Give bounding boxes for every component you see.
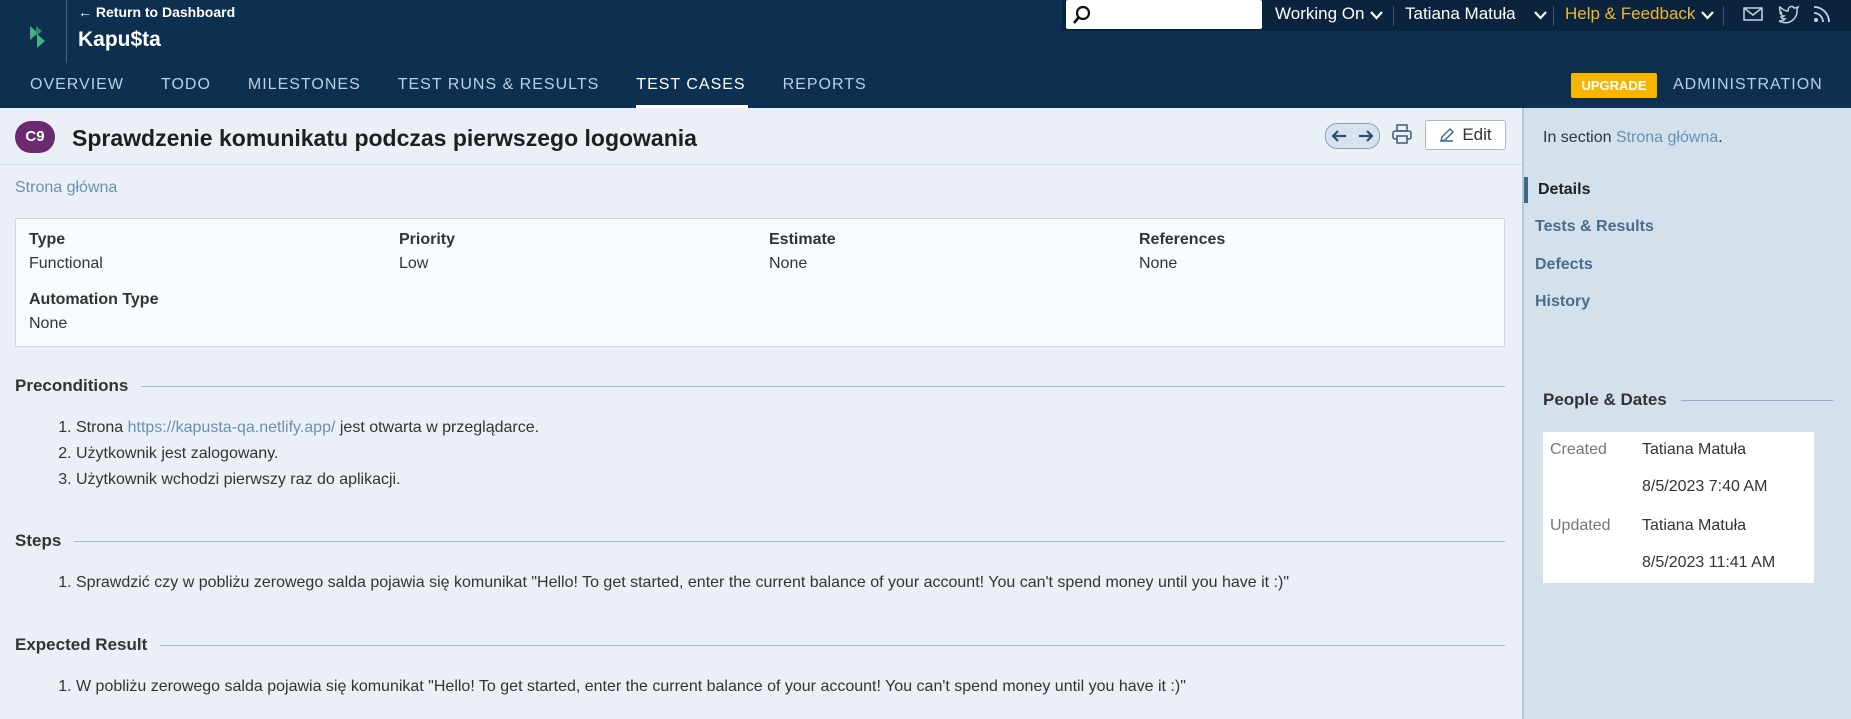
main-content: C9 Sprawdzenie komunikatu podczas pierws…: [0, 108, 1522, 719]
mail-icon[interactable]: [1743, 4, 1763, 24]
chevron-down-icon: [1701, 10, 1715, 20]
updated-date: 8/5/2023 11:41 AM: [1642, 554, 1776, 571]
field-value: Low: [399, 255, 429, 272]
in-section-suffix: .: [1718, 129, 1723, 146]
sidebar-item-defects[interactable]: Defects: [1524, 252, 1845, 278]
user-name: Tatiana Matuła: [1405, 4, 1516, 23]
preconditions-title: Preconditions: [15, 376, 129, 395]
tab-test-runs-results[interactable]: TEST RUNS & RESULTS: [398, 76, 600, 108]
list-item: Użytkownik wchodzi pierwszy raz do aplik…: [76, 467, 539, 493]
app-url-link[interactable]: https://kapusta-qa.netlify.app/: [128, 419, 336, 436]
heading-rule: [160, 644, 1505, 646]
steps-title: Steps: [15, 531, 62, 550]
steps-list: Sprawdzić czy w pobliżu zerowego salda p…: [57, 570, 1289, 596]
field-label: Type: [29, 231, 66, 248]
in-section-text: In section Strona główna.: [1543, 129, 1723, 147]
people-dates-title: People & Dates: [1543, 390, 1667, 409]
print-icon[interactable]: [1391, 123, 1413, 145]
search-input[interactable]: [1066, 0, 1262, 29]
field-value: Functional: [29, 255, 103, 272]
created-date: 8/5/2023 7:40 AM: [1642, 478, 1768, 495]
case-fields: Type Functional Priority Low Estimate No…: [15, 218, 1505, 347]
arrow-right-icon[interactable]: [1357, 129, 1375, 143]
administration-link[interactable]: ADMINISTRATION: [1673, 76, 1823, 94]
in-section-link[interactable]: Strona główna: [1616, 129, 1718, 146]
people-dates-box: Created Tatiana Matuła 8/5/2023 7:40 AM …: [1543, 432, 1814, 583]
expected-result-title: Expected Result: [15, 635, 148, 654]
page-title: Sprawdzenie komunikatu podczas pierwszeg…: [72, 125, 697, 151]
field-value: None: [1139, 255, 1178, 272]
field-value: None: [769, 255, 808, 272]
list-item: Użytkownik jest zalogowany.: [76, 441, 539, 467]
field-label: Priority: [399, 231, 456, 248]
edit-icon: [1440, 127, 1455, 143]
case-id-badge: C9: [15, 121, 55, 153]
chevron-down-icon: [1533, 10, 1547, 20]
heading-rule: [74, 540, 1505, 542]
tab-overview[interactable]: OVERVIEW: [30, 76, 124, 108]
search-icon: [1073, 5, 1091, 24]
heading-rule: [141, 385, 1505, 387]
menu-separator: [1723, 6, 1724, 26]
field-type: Type Functional: [29, 231, 103, 273]
created-label: Created: [1550, 441, 1607, 458]
main-nav: OVERVIEW TODO MILESTONES TEST RUNS & RES…: [0, 76, 904, 108]
project-name[interactable]: Kapu$ta: [78, 28, 161, 52]
sidebar-item-history[interactable]: History: [1524, 289, 1845, 315]
expected-result-heading: Expected Result: [15, 635, 1505, 655]
section-breadcrumb-link[interactable]: Strona główna: [15, 179, 117, 197]
sidebar-item-tests-results[interactable]: Tests & Results: [1524, 214, 1845, 240]
list-item: W pobliżu zerowego salda pojawia się kom…: [76, 674, 1186, 700]
app-header: ← Return to Dashboard Kapu$ta Working On…: [0, 0, 1851, 108]
menu-separator: [1393, 6, 1394, 26]
help-feedback-menu[interactable]: Help & Feedback: [1565, 4, 1715, 24]
rss-icon[interactable]: [1812, 4, 1832, 24]
tab-reports[interactable]: REPORTS: [783, 76, 867, 108]
preconditions-heading: Preconditions: [15, 376, 1505, 396]
updated-by: Tatiana Matuła: [1642, 517, 1747, 534]
field-value: None: [29, 315, 68, 332]
field-label: Estimate: [769, 231, 836, 248]
tab-todo[interactable]: TODO: [161, 76, 211, 108]
steps-heading: Steps: [15, 531, 1505, 551]
updated-label: Updated: [1550, 517, 1611, 534]
working-on-menu[interactable]: Working On: [1275, 4, 1384, 24]
help-feedback-label: Help & Feedback: [1565, 4, 1696, 23]
field-label: References: [1139, 231, 1226, 248]
arrow-left-icon[interactable]: [1330, 129, 1348, 143]
list-text: jest otwarta w przeglądarce.: [335, 419, 540, 436]
return-to-dashboard-link[interactable]: ← Return to Dashboard: [78, 4, 235, 20]
field-priority: Priority Low: [399, 231, 455, 273]
preconditions-list: Strona https://kapusta-qa.netlify.app/ j…: [57, 415, 539, 493]
working-on-label: Working On: [1275, 4, 1365, 23]
in-section-prefix: In section: [1543, 129, 1616, 146]
expected-result-list: W pobliżu zerowego salda pojawia się kom…: [57, 674, 1186, 700]
user-menu[interactable]: Tatiana Matuła: [1405, 4, 1547, 24]
tab-milestones[interactable]: MILESTONES: [248, 76, 361, 108]
heading-rule: [1680, 399, 1833, 401]
logo-icon[interactable]: [26, 24, 50, 50]
chevron-down-icon: [1370, 10, 1384, 20]
tab-test-cases[interactable]: TEST CASES: [636, 76, 748, 108]
twitter-icon[interactable]: [1778, 4, 1800, 24]
field-references: References None: [1139, 231, 1225, 273]
title-bar: C9 Sprawdzenie komunikatu podczas pierws…: [0, 108, 1522, 165]
people-dates-heading: People & Dates: [1543, 390, 1833, 410]
field-estimate: Estimate None: [769, 231, 836, 273]
case-navigation: [1325, 123, 1380, 149]
edit-button[interactable]: Edit: [1425, 120, 1506, 150]
field-label: Automation Type: [29, 291, 159, 308]
list-text: Strona: [76, 419, 128, 436]
field-automation-type: Automation Type None: [29, 291, 158, 333]
sidebar-item-details[interactable]: Details: [1524, 177, 1848, 203]
edit-label: Edit: [1462, 125, 1492, 144]
sidebar: In section Strona główna. Details Tests …: [1522, 108, 1851, 719]
list-item: Strona https://kapusta-qa.netlify.app/ j…: [76, 415, 539, 441]
header-divider: [66, 0, 67, 63]
created-by: Tatiana Matuła: [1642, 441, 1747, 458]
upgrade-button[interactable]: UPGRADE: [1571, 73, 1657, 98]
menu-separator: [1553, 6, 1554, 26]
list-item: Sprawdzić czy w pobliżu zerowego salda p…: [76, 570, 1289, 596]
